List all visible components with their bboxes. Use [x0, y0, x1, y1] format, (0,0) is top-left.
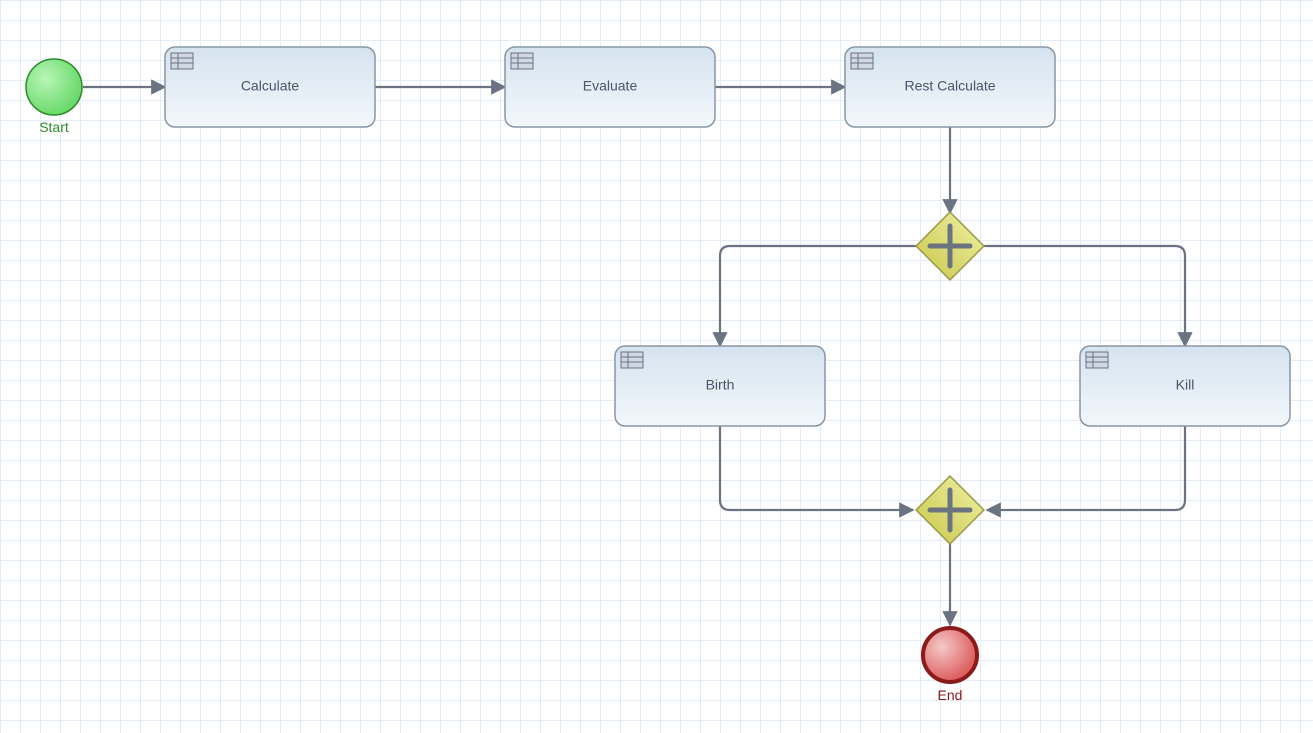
grid-icon [621, 352, 643, 368]
task-calculate-label: Calculate [241, 78, 300, 94]
start-label: Start [39, 119, 69, 135]
grid-icon [511, 53, 533, 69]
end-event[interactable]: End [923, 628, 977, 703]
gateway-split[interactable] [916, 212, 984, 280]
flow-gateway1-birth[interactable] [720, 246, 917, 346]
diagram-canvas[interactable]: Start Calculate Evaluate Rest [0, 0, 1313, 733]
task-birth[interactable]: Birth [615, 346, 825, 426]
end-label: End [938, 687, 963, 703]
grid-icon [171, 53, 193, 69]
task-evaluate[interactable]: Evaluate [505, 47, 715, 127]
task-evaluate-label: Evaluate [583, 78, 638, 94]
gateway-join[interactable] [916, 476, 984, 544]
grid-icon [1086, 352, 1108, 368]
grid-icon [851, 53, 873, 69]
task-kill-label: Kill [1176, 377, 1195, 393]
task-calculate[interactable]: Calculate [165, 47, 375, 127]
flow-gateway1-kill[interactable] [983, 246, 1185, 346]
flow-birth-gateway2[interactable] [720, 426, 913, 510]
task-restcalculate[interactable]: Rest Calculate [845, 47, 1055, 127]
flow-kill-gateway2[interactable] [987, 426, 1185, 510]
task-kill[interactable]: Kill [1080, 346, 1290, 426]
task-restcalculate-label: Rest Calculate [904, 78, 995, 94]
task-birth-label: Birth [706, 377, 735, 393]
start-event[interactable]: Start [26, 59, 82, 135]
